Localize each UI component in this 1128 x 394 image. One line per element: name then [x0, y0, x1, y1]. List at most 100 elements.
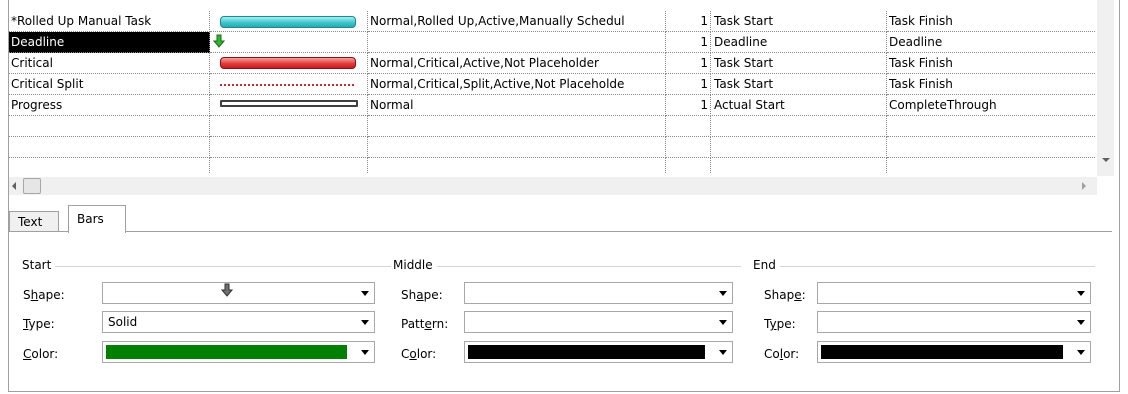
end-shape-select[interactable]	[817, 282, 1091, 304]
empty-cell[interactable]	[9, 116, 210, 137]
empty-cell[interactable]	[9, 158, 210, 174]
start-type-label: Type:	[23, 317, 55, 331]
chevron-down-icon[interactable]	[1077, 350, 1085, 355]
scroll-down-arrow-icon[interactable]	[1102, 158, 1110, 162]
to-cell[interactable]: Task Finish	[887, 11, 1095, 32]
appearance-cell[interactable]	[210, 74, 368, 95]
bar-name-cell[interactable]: Deadline	[9, 32, 210, 53]
table-row[interactable]	[9, 137, 1095, 158]
to-cell[interactable]: Deadline	[887, 32, 1095, 53]
chevron-down-icon[interactable]	[1077, 291, 1085, 296]
row-cell[interactable]: 1	[666, 74, 711, 95]
empty-cell[interactable]	[712, 137, 887, 158]
to-cell[interactable]: Task Finish	[887, 53, 1095, 74]
bar-name-cell[interactable]: Critical	[9, 53, 210, 74]
row-cell[interactable]: 1	[666, 32, 711, 53]
row-cell[interactable]: 1	[666, 11, 711, 32]
chevron-down-icon[interactable]	[361, 320, 369, 325]
start-type-select[interactable]: Solid	[102, 311, 375, 333]
from-cell[interactable]: Task Start	[712, 74, 887, 95]
appearance-cell[interactable]	[210, 53, 368, 74]
end-color-label: Color:	[764, 347, 800, 361]
from-cell[interactable]: Deadline	[712, 32, 887, 53]
table-row[interactable]: Deadline 1 Deadline Deadline	[9, 32, 1095, 53]
to-cell[interactable]: Task Finish	[887, 74, 1095, 95]
bar-styles-table: *Rolled Up Manual Task Normal,Rolled Up,…	[9, 11, 1095, 174]
empty-cell[interactable]	[210, 158, 368, 174]
empty-cell[interactable]	[666, 137, 711, 158]
empty-cell[interactable]	[712, 158, 887, 174]
empty-cell[interactable]	[666, 116, 711, 137]
bar-name-cell[interactable]: Progress	[9, 95, 210, 116]
appearance-cell[interactable]	[210, 32, 368, 53]
scroll-right-arrow-icon[interactable]	[1082, 182, 1086, 190]
empty-cell[interactable]	[887, 158, 1095, 174]
chevron-down-icon[interactable]	[719, 291, 727, 296]
middle-color-swatch	[468, 345, 705, 359]
show-for-cell[interactable]: Normal	[368, 95, 666, 116]
start-shape-label: Shape:	[23, 288, 65, 302]
empty-cell[interactable]	[210, 137, 368, 158]
middle-group-divider	[434, 266, 741, 267]
show-for-cell[interactable]: Normal,Critical,Active,Not Placeholder	[368, 53, 666, 74]
tab-text[interactable]: Text	[9, 211, 59, 232]
start-group-divider	[51, 266, 391, 267]
row-cell[interactable]: 1	[666, 53, 711, 74]
start-color-swatch	[106, 345, 347, 359]
end-color-select[interactable]	[817, 341, 1091, 363]
table-row[interactable]: Progress Normal 1 Actual Start CompleteT…	[9, 95, 1095, 116]
start-color-select[interactable]	[102, 341, 375, 363]
middle-shape-select[interactable]	[464, 282, 733, 304]
end-type-select[interactable]	[817, 311, 1091, 333]
end-type-label: Type:	[764, 317, 796, 331]
chevron-down-icon[interactable]	[361, 350, 369, 355]
from-cell[interactable]: Actual Start	[712, 95, 887, 116]
middle-color-label: Color:	[401, 347, 437, 361]
empty-cell[interactable]	[368, 116, 666, 137]
chevron-down-icon[interactable]	[1077, 320, 1085, 325]
to-cell[interactable]: CompleteThrough	[887, 95, 1095, 116]
horizontal-scrollbar[interactable]	[9, 177, 1097, 195]
start-shape-select[interactable]	[102, 282, 375, 304]
scrollbar-thumb[interactable]	[23, 178, 41, 194]
from-cell[interactable]: Task Start	[712, 11, 887, 32]
deadline-arrow-icon	[213, 34, 225, 48]
empty-cell[interactable]	[368, 137, 666, 158]
tab-bars[interactable]: Bars	[68, 205, 126, 233]
middle-group-title: Middle	[393, 258, 437, 272]
empty-cell[interactable]	[887, 116, 1095, 137]
table-row[interactable]: *Rolled Up Manual Task Normal,Rolled Up,…	[9, 11, 1095, 32]
appearance-cell[interactable]	[210, 95, 368, 116]
empty-cell[interactable]	[887, 137, 1095, 158]
empty-cell[interactable]	[666, 158, 711, 174]
bar-name-cell[interactable]: *Rolled Up Manual Task	[9, 11, 210, 32]
show-for-cell[interactable]: Normal,Rolled Up,Active,Manually Schedul	[368, 11, 666, 32]
table-row[interactable]	[9, 116, 1095, 137]
show-for-cell[interactable]	[368, 32, 666, 53]
middle-color-select[interactable]	[464, 341, 733, 363]
middle-shape-label: Shape:	[401, 288, 443, 302]
table-row[interactable]: Critical Normal,Critical,Active,Not Plac…	[9, 53, 1095, 74]
table-row[interactable]: Critical Split Normal,Critical,Split,Act…	[9, 74, 1095, 95]
scroll-left-arrow-icon[interactable]	[12, 182, 16, 190]
row-cell[interactable]: 1	[666, 95, 711, 116]
start-type-value: Solid	[108, 315, 138, 329]
middle-pattern-select[interactable]	[464, 311, 733, 333]
empty-cell[interactable]	[210, 116, 368, 137]
end-shape-label: Shape:	[764, 288, 806, 302]
empty-cell[interactable]	[368, 158, 666, 174]
vertical-scrollbar[interactable]	[1097, 0, 1114, 176]
middle-pattern-label: Pattern:	[401, 317, 449, 331]
chevron-down-icon[interactable]	[719, 320, 727, 325]
bar-name-cell[interactable]: Critical Split	[9, 74, 210, 95]
chevron-down-icon[interactable]	[361, 291, 369, 296]
empty-cell[interactable]	[9, 137, 210, 158]
chevron-down-icon[interactable]	[719, 350, 727, 355]
from-cell[interactable]: Task Start	[712, 53, 887, 74]
empty-cell[interactable]	[712, 116, 887, 137]
critical-split-bar-swatch	[220, 84, 354, 86]
end-color-swatch	[821, 345, 1063, 359]
appearance-cell[interactable]	[210, 11, 368, 32]
table-row[interactable]	[9, 158, 1095, 174]
show-for-cell[interactable]: Normal,Critical,Split,Active,Not Placeho…	[368, 74, 666, 95]
